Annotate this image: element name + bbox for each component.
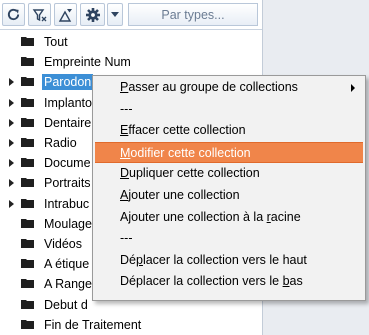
tree-item-label: Docume	[44, 156, 91, 171]
tree-item[interactable]: Tout	[0, 32, 262, 52]
menu-item[interactable]: Dupliquer cette collection	[95, 163, 363, 184]
tree-item-label: Portraits	[44, 176, 91, 191]
tree-item[interactable]: Empreinte Num	[0, 52, 262, 72]
tree-item-label: Implanto	[44, 95, 92, 110]
menu-item-label-post: lacer la collection vers le haut	[142, 252, 307, 267]
submenu-arrow-icon	[351, 84, 355, 92]
menu-item-label-pre: Dé	[120, 252, 136, 267]
toolbar: Par types...	[0, 0, 262, 30]
folder-icon	[21, 198, 34, 208]
expand-arrow-icon[interactable]	[9, 118, 14, 127]
folder-icon	[21, 239, 34, 248]
filter-icon	[32, 8, 46, 21]
menu-item[interactable]: Ajouter une collection	[95, 185, 363, 206]
settings-button[interactable]	[80, 3, 105, 26]
type-filter-placeholder: Par types...	[161, 7, 225, 22]
expand-arrow-icon[interactable]	[9, 78, 14, 87]
menu-item-label-post: ffacer cette collection	[128, 123, 246, 138]
menu-item-label-pre: Ajouter une collection à la	[120, 209, 267, 224]
tree-item-label: Radio	[44, 136, 77, 150]
expand-arrow-icon[interactable]	[9, 159, 14, 168]
menu-item[interactable]: Déplacer la collection vers le haut	[95, 250, 363, 271]
menu-item-accelerator: D	[120, 166, 130, 181]
folder-icon	[21, 117, 34, 127]
tree-item-label: Intrabuc	[44, 196, 90, 211]
settings-dropdown-button[interactable]	[107, 3, 123, 26]
menu-separator: ---	[120, 101, 133, 116]
folder-icon	[21, 158, 34, 168]
shapes-filter-button[interactable]	[54, 3, 77, 26]
menu-item-accelerator: p	[135, 252, 143, 267]
folder-icon	[21, 97, 34, 107]
tree-item[interactable]: Fin de Traitement	[0, 315, 262, 335]
menu-item-label-post: acine	[270, 209, 301, 224]
menu-item-accelerator: M	[120, 145, 131, 160]
menu-item-accelerator: b	[282, 274, 290, 289]
tree-item-label: Debut d	[44, 297, 88, 312]
expand-arrow-icon[interactable]	[9, 139, 14, 147]
folder-icon	[21, 138, 34, 147]
folder-icon	[21, 178, 34, 188]
menu-item-label-post: jouter une collection	[128, 188, 240, 202]
expand-arrow-icon[interactable]	[9, 179, 14, 188]
tree-item-label: A Range	[44, 277, 92, 292]
folder-icon	[21, 37, 34, 46]
menu-item[interactable]: Passer au groupe de collections	[95, 77, 363, 98]
menu-item-label-post: as	[289, 274, 303, 289]
menu-item-label-post: asser au groupe de collections	[128, 80, 298, 94]
dropdown-arrow-icon	[111, 11, 119, 17]
tree-item-label: Fin de Traitement	[44, 317, 142, 332]
menu-item[interactable]: Ajouter une collection à la racine	[95, 207, 363, 228]
tree-item-label: Dentaire	[44, 115, 92, 130]
refresh-button[interactable]	[2, 3, 25, 26]
folder-icon	[21, 259, 34, 269]
filter-button[interactable]	[28, 3, 51, 26]
folder-icon	[21, 218, 34, 228]
menu-item[interactable]: Modifier cette collection	[95, 141, 363, 163]
menu-item-label-post: odifier cette collection	[130, 145, 251, 160]
folder-icon	[21, 279, 34, 289]
expand-arrow-icon[interactable]	[9, 98, 14, 107]
gear-icon	[85, 7, 100, 22]
menu-separator: ---	[120, 231, 133, 246]
menu-item-label-post: upliquer cette collection	[129, 166, 260, 181]
folder-icon	[21, 319, 34, 329]
tree-item-label: Tout	[44, 35, 68, 49]
refresh-icon	[7, 8, 20, 21]
shapes-filter-icon	[58, 8, 72, 22]
type-filter-dropdown[interactable]: Par types...	[128, 3, 258, 26]
menu-item[interactable]: Déplacer la collection vers le bas	[95, 271, 363, 292]
tree-item-label: Moulage	[44, 216, 92, 231]
folder-icon	[21, 57, 34, 67]
folder-icon	[21, 299, 34, 309]
tree-item-label: Empreinte Num	[44, 55, 131, 70]
tree-item-label: Parodon	[42, 74, 94, 91]
menu-item[interactable]: Effacer cette collection	[95, 120, 363, 141]
tree-item-label: A étique	[44, 257, 90, 272]
menu-item-label-pre: Déplacer la collection vers le	[120, 274, 283, 289]
context-menu: Passer au groupe de collections --- Efface…	[92, 75, 366, 301]
folder-icon	[21, 77, 34, 87]
tree-item-label: Vidéos	[44, 237, 82, 251]
expand-arrow-icon[interactable]	[9, 199, 14, 208]
